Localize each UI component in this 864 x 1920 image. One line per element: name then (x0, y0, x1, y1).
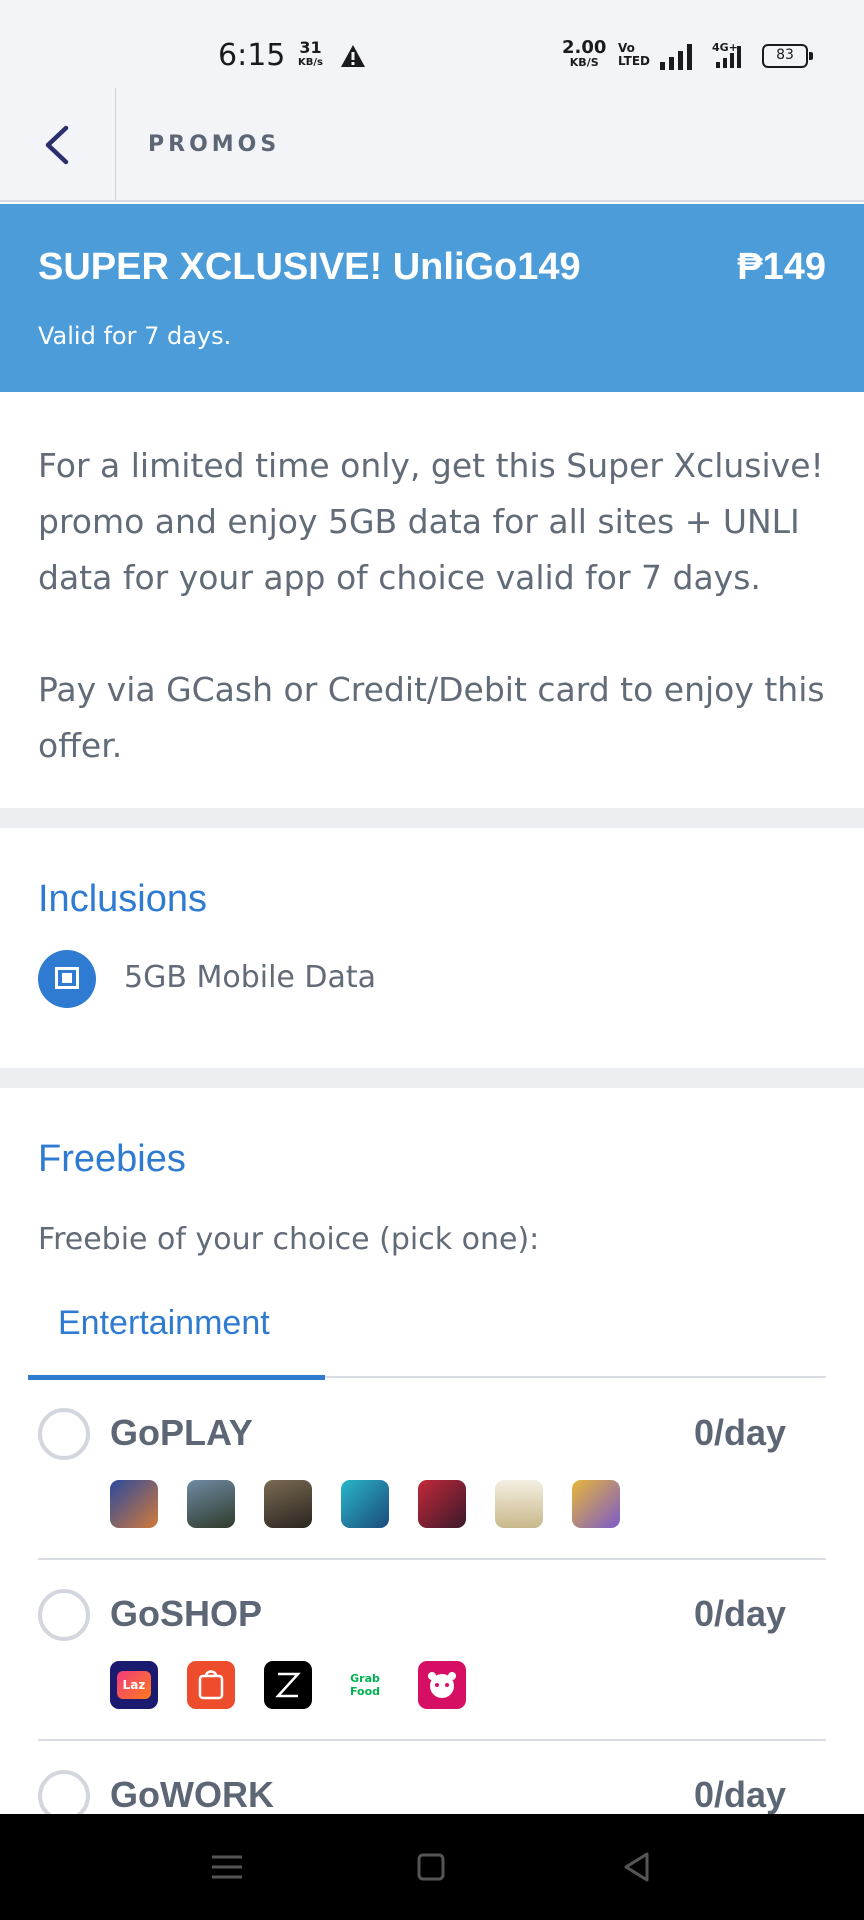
radio-button[interactable] (38, 1408, 90, 1460)
tab-entertainment[interactable]: Entertainment (28, 1290, 325, 1380)
grabfood-label-line2: Food (349, 1685, 381, 1698)
menu-icon[interactable] (202, 1842, 252, 1892)
call-of-duty-icon (264, 1480, 312, 1528)
league-wild-rift-icon (341, 1480, 389, 1528)
option-name: GoWORK (110, 1774, 274, 1815)
tab-label: Entertainment (58, 1304, 270, 1342)
app-header: PROMOS (0, 88, 864, 202)
battery-icon: 83 (762, 44, 813, 68)
freebies-subtitle: Freebie of your choice (pick one): (38, 1222, 540, 1257)
pubg-icon (187, 1480, 235, 1528)
chevron-left-icon (45, 125, 69, 165)
shopee-icon (187, 1661, 235, 1709)
lazada-icon: Laz (110, 1661, 158, 1709)
option-rate: 0/day (693, 1412, 786, 1453)
freebies-title: Freebies (38, 1138, 186, 1180)
status-speed-unit: KB/s (298, 57, 323, 68)
freebie-tabs: Entertainment (28, 1290, 826, 1380)
radio-button[interactable] (38, 1589, 90, 1641)
promo-validity: Valid for 7 days. (38, 322, 232, 350)
freebie-option-goplay[interactable]: GoPLAY 0/day (38, 1380, 826, 1560)
system-nav-bar (0, 1814, 864, 1920)
option-name: GoPLAY (110, 1412, 253, 1453)
status-speed: 31 KB/s (298, 40, 323, 70)
zalora-icon (264, 1661, 312, 1709)
page-title: PROMOS (148, 132, 281, 157)
grabfood-label-line1: Grab (350, 1672, 380, 1685)
option-name: GoSHOP (110, 1593, 263, 1634)
option-rate: 0/day (693, 1774, 786, 1815)
free-fire-icon (418, 1480, 466, 1528)
home-icon[interactable] (406, 1842, 456, 1892)
description-paragraph: For a limited time only, get this Super … (38, 446, 824, 597)
mobile-legends-icon (110, 1480, 158, 1528)
volte-line2: LTED (618, 54, 651, 68)
anime-game-icon (572, 1480, 620, 1528)
promo-title: SUPER XCLUSIVE! UnliGo149 (38, 246, 581, 288)
status-net-speed: 2.00 KB/S (562, 39, 606, 70)
header-divider (115, 88, 116, 200)
freebie-option-goshop[interactable]: GoSHOP 0/day Laz Grab Food (38, 1561, 826, 1741)
promo-banner: SUPER XCLUSIVE! UnliGo149 ₱149 Valid for… (0, 204, 864, 392)
warning-icon (340, 44, 366, 72)
status-bar: 6:15 31 KB/s 2.00 KB/S Vo LTED 4G+ 83 (0, 0, 864, 88)
mobile-data-icon (38, 950, 96, 1008)
section-divider (0, 808, 864, 828)
back-nav-icon[interactable] (612, 1842, 662, 1892)
payment-note: Pay via GCash or Credit/Debit card to en… (38, 670, 825, 765)
volte-indicator: Vo LTED (618, 42, 650, 68)
volte-line1: Vo (618, 41, 635, 55)
foodpanda-icon (418, 1661, 466, 1709)
promo-price: ₱149 (737, 246, 826, 288)
inclusion-item-label: 5GB Mobile Data (124, 960, 377, 995)
status-time: 6:15 (218, 38, 286, 73)
signal-icon (660, 44, 692, 74)
inclusions-title: Inclusions (38, 878, 207, 920)
back-button[interactable] (24, 108, 94, 180)
promo-description: For a limited time only, get this Super … (38, 438, 838, 774)
lazada-label: Laz (117, 1671, 151, 1699)
section-divider (0, 1068, 864, 1088)
signal-4g-icon: 4G+ (710, 40, 746, 74)
grabfood-icon: Grab Food (341, 1661, 389, 1709)
genshin-impact-icon (495, 1480, 543, 1528)
option-rate: 0/day (693, 1593, 786, 1634)
svg-text:4G+: 4G+ (712, 41, 738, 54)
